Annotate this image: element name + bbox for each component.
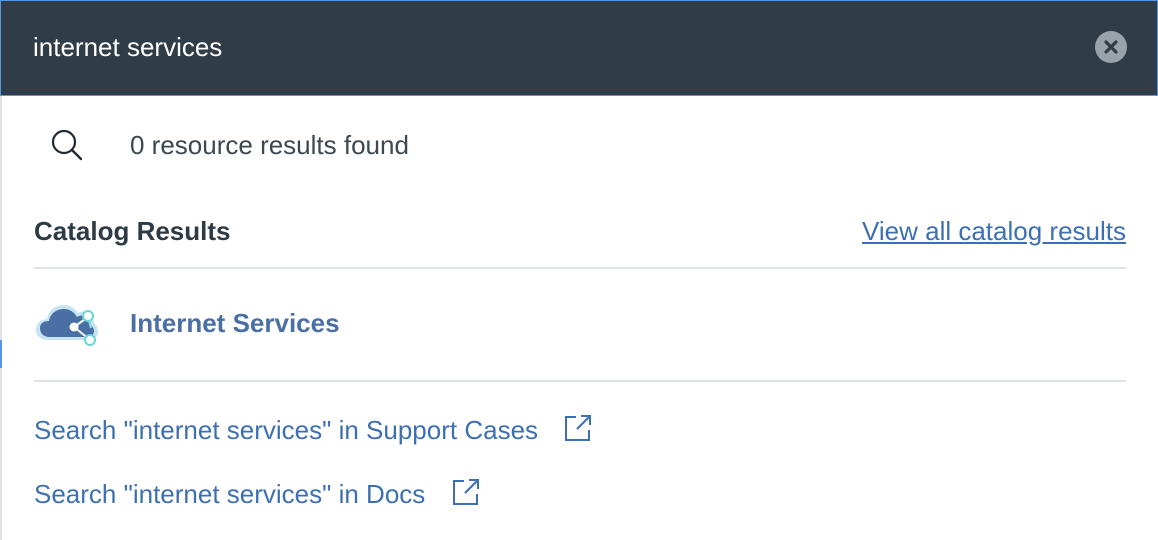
catalog-items-divider — [34, 380, 1126, 382]
view-all-catalog-results-link[interactable]: View all catalog results — [862, 212, 1126, 250]
background-page-edge — [0, 96, 2, 540]
search-support-cases-label: Search "internet services" in Support Ca… — [34, 415, 539, 446]
search-dropdown-page: 0 resource results found Catalog Results… — [0, 0, 1158, 540]
search-icon — [51, 129, 83, 161]
search-bar — [0, 0, 1158, 96]
external-link-icon — [565, 415, 592, 442]
clear-search-button[interactable] — [1095, 31, 1127, 63]
cloud-share-icon — [35, 305, 98, 346]
resource-results-count: 0 resource results found — [130, 130, 409, 160]
catalog-item-label: Internet Services — [130, 308, 340, 338]
external-link-icon — [452, 479, 479, 506]
catalog-results-heading: Catalog Results — [34, 216, 231, 246]
background-page-accent — [0, 340, 2, 368]
catalog-result-item[interactable]: Internet Services — [34, 290, 1126, 358]
close-circle-icon — [1104, 40, 1118, 54]
catalog-header-divider — [34, 267, 1126, 269]
search-support-cases-link[interactable]: Search "internet services" in Support Ca… — [34, 408, 593, 448]
search-input[interactable] — [33, 25, 1063, 69]
search-docs-link[interactable]: Search "internet services" in Docs — [34, 472, 481, 512]
search-docs-label: Search "internet services" in Docs — [34, 479, 426, 510]
